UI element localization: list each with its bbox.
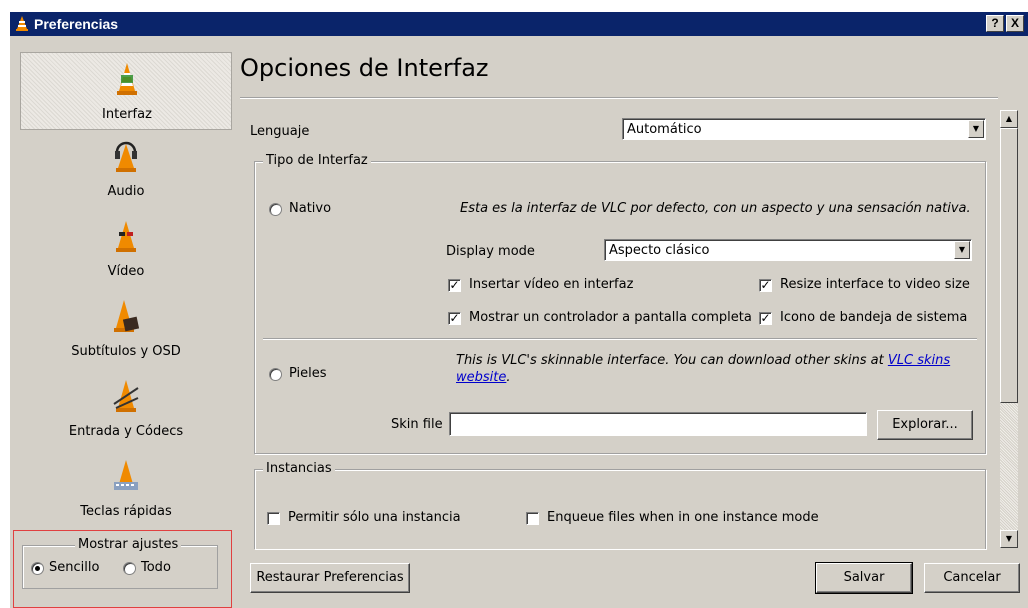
resize-interface-checkbox[interactable]: ✓	[759, 279, 772, 292]
help-button[interactable]: ?	[986, 15, 1004, 32]
skins-link-part1[interactable]: VLC skins	[888, 353, 950, 368]
close-button[interactable]: X	[1006, 15, 1024, 32]
scroll-down-icon[interactable]: ▼	[1000, 530, 1018, 548]
language-value: Automático	[627, 122, 702, 137]
simple-radio[interactable]	[31, 562, 44, 575]
sidebar-item-input-codecs[interactable]: Entrada y Códecs	[20, 370, 232, 448]
sidebar-item-label: Interfaz	[102, 107, 152, 122]
save-button[interactable]: Salvar	[815, 562, 913, 594]
instances-legend: Instancias	[263, 461, 335, 476]
cancel-button[interactable]: Cancelar	[924, 563, 1020, 593]
scroll-thumb[interactable]	[1000, 128, 1018, 403]
title-bar[interactable]: Preferencias ? X	[10, 12, 1028, 36]
interface-type-group: Tipo de Interfaz Nativo Esta es la inter…	[254, 153, 986, 454]
interface-type-legend: Tipo de Interfaz	[263, 153, 371, 168]
instances-group: Instancias Permitir sólo una instancia E…	[254, 461, 986, 549]
sidebar-item-label: Subtítulos y OSD	[71, 344, 181, 359]
fullscreen-controller-label[interactable]: Mostrar un controlador a pantalla comple…	[469, 310, 752, 325]
one-instance-label[interactable]: Permitir sólo una instancia	[288, 510, 461, 525]
fullscreen-controller-checkbox[interactable]: ✓	[448, 312, 461, 325]
vlc-cone-icon	[16, 16, 28, 31]
cone-subtitles-icon	[114, 300, 140, 332]
skins-description-end: .	[506, 370, 511, 385]
cone-headphones-icon	[115, 141, 137, 172]
cone-interface-icon	[117, 63, 137, 95]
sidebar-item-audio[interactable]: Audio	[20, 130, 232, 208]
systray-icon-label[interactable]: Icono de bandeja de sistema	[780, 310, 967, 325]
native-description: Esta es la interfaz de VLC por defecto, …	[460, 201, 971, 216]
display-mode-value: Aspecto clásico	[609, 243, 710, 258]
enqueue-checkbox[interactable]	[526, 512, 539, 525]
cone-glasses-icon	[116, 221, 136, 252]
sidebar-item-label: Vídeo	[107, 264, 145, 279]
sidebar-item-subtitles[interactable]: Subtítulos y OSD	[20, 290, 232, 368]
page-title: Opciones de Interfaz	[240, 54, 489, 82]
scroll-up-icon[interactable]: ▲	[1000, 110, 1018, 128]
skin-file-input[interactable]	[449, 412, 867, 436]
display-mode-label: Display mode	[446, 244, 535, 259]
resize-interface-label[interactable]: Resize interface to video size	[780, 277, 970, 292]
show-settings-legend: Mostrar ajustes	[75, 537, 182, 552]
sidebar-item-hotkeys[interactable]: Teclas rápidas	[20, 450, 232, 528]
embed-video-label[interactable]: Insertar vídeo en interfaz	[469, 277, 633, 292]
skins-radio[interactable]	[269, 368, 282, 381]
skins-description: This is VLC's skinnable interface. You c…	[456, 352, 976, 386]
chevron-down-icon[interactable]: ▼	[968, 120, 984, 138]
sidebar-item-video[interactable]: Vídeo	[20, 210, 232, 288]
skins-link-part2[interactable]: website	[456, 370, 506, 385]
systray-icon-checkbox[interactable]: ✓	[759, 312, 772, 325]
skins-label[interactable]: Pieles	[289, 366, 327, 381]
chevron-down-icon[interactable]: ▼	[954, 241, 970, 259]
show-settings-highlight: Mostrar ajustes Sencillo Todo	[13, 530, 232, 608]
heading-divider	[240, 97, 998, 99]
sidebar-item-label: Teclas rápidas	[80, 504, 172, 519]
native-radio[interactable]	[269, 203, 282, 216]
all-label[interactable]: Todo	[141, 560, 171, 575]
vertical-scrollbar[interactable]: ▲ ▼	[1000, 110, 1018, 548]
language-select[interactable]: Automático ▼	[622, 118, 986, 140]
section-divider	[263, 338, 977, 340]
skin-file-label: Skin file	[391, 417, 443, 432]
simple-label[interactable]: Sencillo	[49, 560, 99, 575]
preferences-window: Preferencias ? X Interfaz Audio Vídeo Su…	[10, 12, 1028, 608]
embed-video-checkbox[interactable]: ✓	[448, 279, 461, 292]
browse-button[interactable]: Explorar...	[877, 410, 973, 440]
skins-description-text: This is VLC's skinnable interface. You c…	[456, 353, 884, 368]
one-instance-checkbox[interactable]	[267, 512, 280, 525]
cone-keyboard-icon	[114, 460, 138, 490]
sidebar-item-label: Entrada y Códecs	[68, 424, 184, 439]
window-title: Preferencias	[34, 16, 119, 32]
category-sidebar: Interfaz Audio Vídeo Subtítulos y OSD En…	[20, 44, 232, 528]
all-radio[interactable]	[123, 562, 136, 575]
sidebar-item-label: Audio	[107, 184, 145, 199]
cone-cables-icon	[113, 380, 139, 412]
reset-preferences-button[interactable]: Restaurar Preferencias	[250, 563, 410, 593]
show-settings-group: Mostrar ajustes Sencillo Todo	[22, 537, 218, 589]
display-mode-select[interactable]: Aspecto clásico ▼	[604, 239, 972, 261]
native-label[interactable]: Nativo	[289, 201, 331, 216]
enqueue-label[interactable]: Enqueue files when in one instance mode	[547, 510, 819, 525]
sidebar-item-interfaz[interactable]: Interfaz	[20, 52, 232, 130]
language-label: Lenguaje	[250, 124, 310, 139]
